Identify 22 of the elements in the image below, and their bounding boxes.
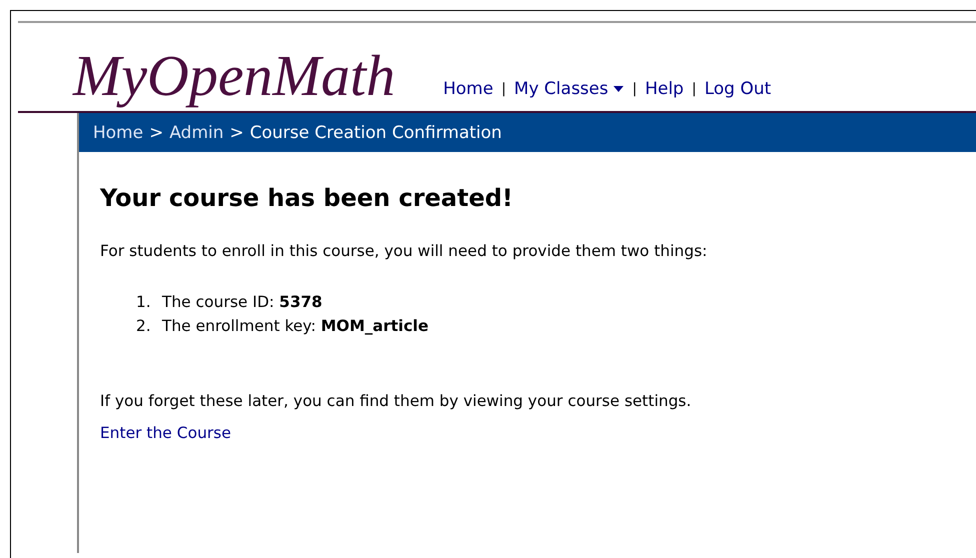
breadcrumb-separator: > xyxy=(149,122,164,142)
nav-link[interactable]: Help xyxy=(644,79,684,99)
nav-separator: | xyxy=(692,81,696,97)
site-logo[interactable]: MyOpenMath xyxy=(73,41,396,111)
nav-link[interactable]: Log Out xyxy=(704,79,772,99)
nav-separator: | xyxy=(632,81,637,97)
step-number: 1. xyxy=(136,292,152,313)
nav-link[interactable]: My Classes xyxy=(514,79,624,99)
page-heading: Your course has been created! xyxy=(100,183,514,214)
breadcrumb-link[interactable]: Home xyxy=(93,122,144,142)
breadcrumb-separator: > xyxy=(230,122,244,142)
step-text: The course ID: 5378 xyxy=(162,292,322,313)
step-text: The enrollment key: MOM_article xyxy=(162,316,428,337)
breadcrumb-current: Course Creation Confirmation xyxy=(250,122,502,142)
enter-course-link[interactable]: Enter the Course xyxy=(100,424,232,442)
note-text: If you forget these later, you can find them by viewing your course settings. xyxy=(100,392,692,410)
nav-link[interactable]: Home xyxy=(443,79,494,99)
nav-separator: | xyxy=(501,81,506,97)
step-number: 2. xyxy=(136,316,152,337)
caret-icon xyxy=(613,86,624,92)
intro-text: For students to enroll in this course, you will need to provide them two things: xyxy=(100,242,708,260)
breadcrumb-link[interactable]: Admin xyxy=(169,122,224,142)
